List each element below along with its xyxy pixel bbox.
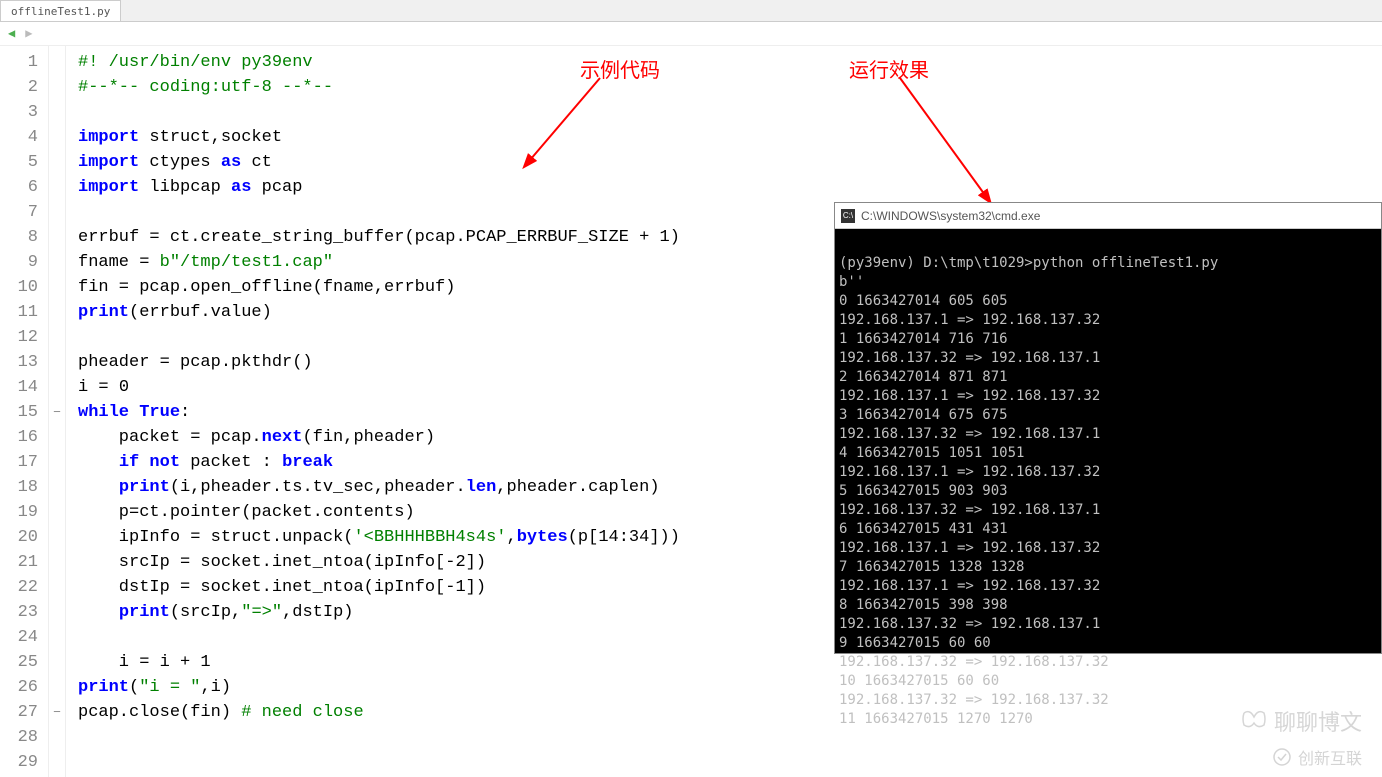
fold-marker [49, 425, 65, 450]
line-number: 11 [0, 300, 48, 325]
line-number: 6 [0, 175, 48, 200]
terminal-body[interactable]: (py39env) D:\tmp\t1029>python offlineTes… [835, 229, 1381, 735]
file-tab[interactable]: offlineTest1.py [0, 0, 121, 21]
line-number: 20 [0, 525, 48, 550]
fold-marker [49, 300, 65, 325]
line-number: 16 [0, 425, 48, 450]
line-number: 28 [0, 725, 48, 750]
line-number-gutter: 1234567891011121314151617181920212223242… [0, 46, 48, 777]
fold-marker [49, 375, 65, 400]
fold-marker [49, 150, 65, 175]
annotation-right: 运行效果 [849, 54, 929, 83]
watermark-1-text: 聊聊博文 [1274, 705, 1362, 737]
annotation-left: 示例代码 [580, 54, 660, 83]
line-number: 10 [0, 275, 48, 300]
line-number: 14 [0, 375, 48, 400]
nav-forward-icon[interactable]: ▶ [25, 26, 32, 41]
fold-marker [49, 475, 65, 500]
fold-marker [49, 125, 65, 150]
code-line[interactable]: import ctypes as ct [78, 150, 1382, 175]
line-number: 3 [0, 100, 48, 125]
fold-marker [49, 275, 65, 300]
code-line[interactable]: #--*-- coding:utf-8 --*-- [78, 75, 1382, 100]
terminal-window: C:\ C:\WINDOWS\system32\cmd.exe (py39env… [834, 202, 1382, 654]
line-number: 21 [0, 550, 48, 575]
fold-marker [49, 100, 65, 125]
fold-marker [49, 325, 65, 350]
code-line[interactable]: #! /usr/bin/env py39env [78, 50, 1382, 75]
code-line[interactable]: import struct,socket [78, 125, 1382, 150]
fold-marker[interactable]: − [49, 700, 65, 725]
line-number: 15 [0, 400, 48, 425]
nav-arrows: ◀ ▶ [0, 22, 1382, 46]
line-number: 19 [0, 500, 48, 525]
fold-marker [49, 525, 65, 550]
fold-marker [49, 175, 65, 200]
fold-marker [49, 750, 65, 775]
fold-marker [49, 75, 65, 100]
fold-marker[interactable]: − [49, 400, 65, 425]
line-number: 18 [0, 475, 48, 500]
fold-marker [49, 50, 65, 75]
line-number: 29 [0, 750, 48, 775]
line-number: 7 [0, 200, 48, 225]
line-number: 4 [0, 125, 48, 150]
line-number: 23 [0, 600, 48, 625]
fold-marker [49, 550, 65, 575]
terminal-titlebar[interactable]: C:\ C:\WINDOWS\system32\cmd.exe [835, 203, 1381, 229]
line-number: 12 [0, 325, 48, 350]
fold-marker [49, 575, 65, 600]
line-number: 2 [0, 75, 48, 100]
fold-marker [49, 450, 65, 475]
watermark-2: 创新互联 [1272, 745, 1362, 769]
fold-marker [49, 625, 65, 650]
line-number: 27 [0, 700, 48, 725]
line-number: 25 [0, 650, 48, 675]
fold-marker [49, 600, 65, 625]
file-tab-label: offlineTest1.py [11, 5, 110, 18]
terminal-icon: C:\ [841, 209, 855, 223]
fold-marker [49, 500, 65, 525]
fold-column: −− [48, 46, 66, 777]
nav-back-icon[interactable]: ◀ [8, 26, 15, 41]
fold-marker [49, 200, 65, 225]
fold-marker [49, 350, 65, 375]
terminal-title-text: C:\WINDOWS\system32\cmd.exe [861, 209, 1040, 223]
code-line[interactable]: import libpcap as pcap [78, 175, 1382, 200]
watermark-1: 聊聊博文 [1240, 705, 1362, 737]
fold-marker [49, 675, 65, 700]
line-number: 26 [0, 675, 48, 700]
fold-marker [49, 225, 65, 250]
line-number: 13 [0, 350, 48, 375]
line-number: 17 [0, 450, 48, 475]
line-number: 8 [0, 225, 48, 250]
fold-marker [49, 725, 65, 750]
code-line[interactable] [78, 100, 1382, 125]
fold-marker [49, 250, 65, 275]
line-number: 22 [0, 575, 48, 600]
line-number: 24 [0, 625, 48, 650]
code-line[interactable] [78, 750, 1382, 775]
tab-bar: offlineTest1.py [0, 0, 1382, 22]
line-number: 9 [0, 250, 48, 275]
fold-marker [49, 650, 65, 675]
watermark-2-text: 创新互联 [1298, 745, 1362, 769]
line-number: 5 [0, 150, 48, 175]
line-number: 1 [0, 50, 48, 75]
